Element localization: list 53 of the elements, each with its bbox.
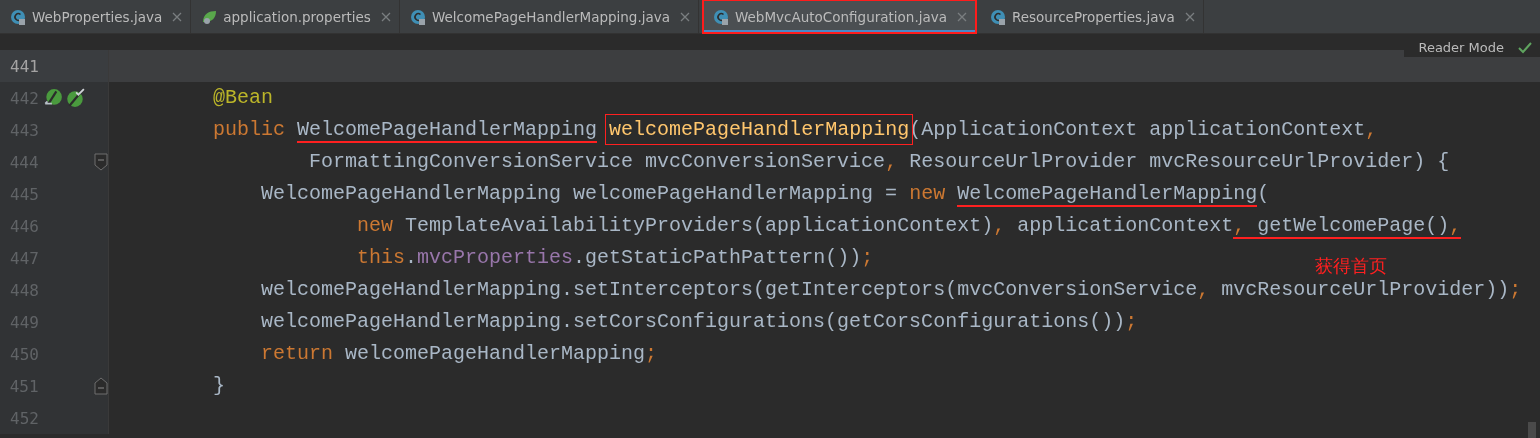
class-file-icon [409, 8, 426, 25]
code-text: WelcomePageHandlerMapping [297, 118, 598, 143]
check-icon [1518, 41, 1532, 54]
code-text: welcomePageHandlerMapping [345, 342, 646, 365]
keyword-text: return [260, 342, 335, 365]
keyword-text: , [1197, 278, 1211, 301]
close-icon[interactable] [172, 11, 183, 22]
keyword-text: , [885, 150, 899, 173]
annotation-note: 获得首页 [1315, 254, 1387, 278]
keyword-text: ; [1125, 310, 1138, 333]
keyword-text: ; [1509, 278, 1522, 301]
keyword-text: this [356, 246, 406, 269]
scrollbar-thumb[interactable] [1528, 422, 1536, 438]
class-file-icon [10, 8, 26, 25]
code-text: ( [1257, 182, 1270, 205]
code-text: applicationContext [1017, 214, 1234, 237]
bean-icon[interactable] [43, 88, 63, 108]
keyword-text: new [909, 182, 947, 205]
fold-icon[interactable] [94, 153, 108, 171]
close-icon[interactable] [1184, 11, 1195, 22]
code-text: welcomePageHandlerMapping.setCorsConfigurations(getCorsConfigurations()) [260, 310, 1126, 333]
code-text: WelcomePageHandlerMapping [957, 182, 1258, 207]
class-file-icon [713, 8, 729, 25]
close-icon[interactable] [380, 11, 391, 22]
editor-tab[interactable]: WebMvcAutoConfiguration.java [703, 0, 976, 33]
code-text: TemplateAvailabilityProviders(applicationContext) [405, 214, 994, 237]
keyword-text: ; [645, 342, 658, 365]
keyword-text: , [1449, 214, 1462, 239]
keyword-text: , [993, 214, 1007, 237]
code-text: mvcResourceUrlProvider)) [1221, 278, 1510, 301]
code-text: getWelcomePage() [1257, 214, 1450, 239]
bean-check-icon[interactable] [65, 88, 85, 108]
code-text: FormattingConversionService mvcConversionService [308, 150, 886, 173]
code-text: WelcomePageHandlerMapping welcomePageHandlerMapping = [260, 182, 899, 205]
code-text: (ApplicationContext applicationContext [909, 118, 1366, 141]
keyword-text: public [212, 118, 287, 141]
code-text: .getStaticPathPattern()) [573, 246, 862, 269]
close-icon[interactable] [956, 11, 967, 22]
code-text: } [212, 374, 225, 397]
keyword-text: ; [861, 246, 874, 269]
close-icon[interactable] [680, 11, 690, 22]
field-name: mvcProperties [417, 246, 574, 269]
fold-icon[interactable] [94, 377, 108, 395]
leaf-gear-icon [201, 8, 218, 25]
code-text: . [405, 246, 418, 269]
annotation-text: @Bean [212, 86, 274, 109]
class-file-icon [989, 8, 1006, 25]
keyword-text: , [1365, 118, 1378, 141]
code-text: ResourceUrlProvider mvcResourceUrlProvider) { [909, 150, 1450, 173]
line-number: 441 [9, 56, 39, 76]
keyword-text: , [1233, 214, 1258, 239]
code-text: welcomePageHandlerMapping.setInterceptors(getInterceptors(mvcConversionService [260, 278, 1198, 301]
keyword-text: new [356, 214, 395, 237]
